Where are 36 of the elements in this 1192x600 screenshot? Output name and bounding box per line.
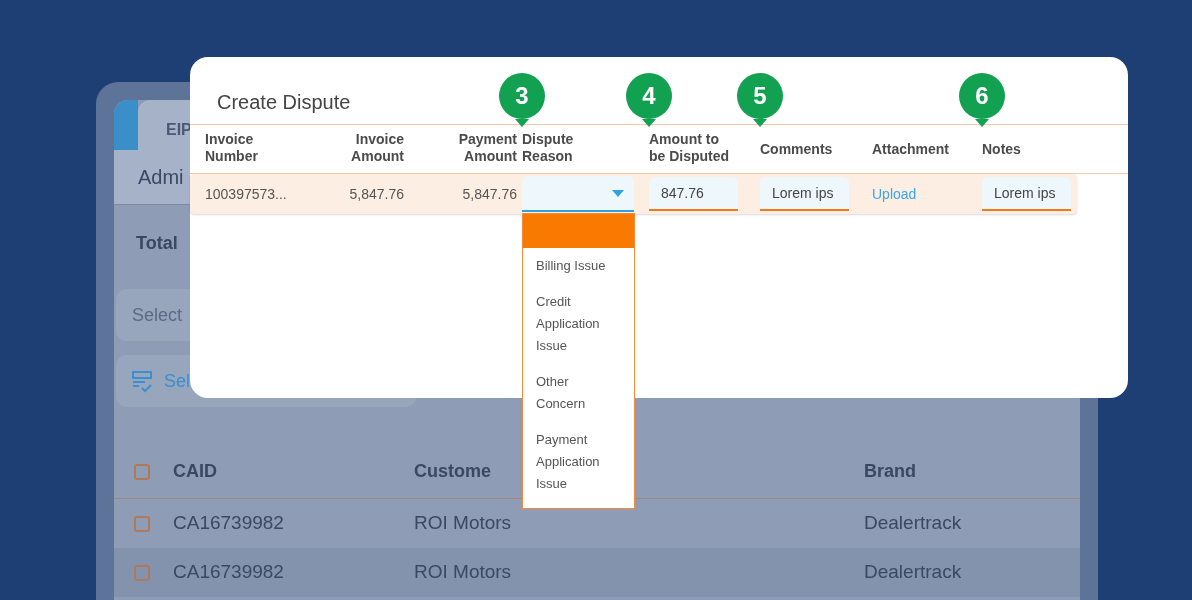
tab-corner [114, 100, 138, 150]
table-cell: 100397573... [205, 186, 287, 202]
dropdown-option[interactable]: Billing Issue [523, 248, 634, 284]
page-heading: Admi [138, 165, 184, 190]
table-cell: CA16739982 [173, 512, 284, 534]
table-cell: 5,847.76 [349, 186, 404, 202]
input-field[interactable]: 847.76 [649, 177, 738, 211]
column-header: CAID [173, 461, 217, 481]
column-header: Amount to be Disputed [649, 130, 731, 165]
dispute-reason-select[interactable] [522, 176, 634, 212]
dropdown-option[interactable]: Payment Application Issue [523, 422, 634, 502]
column-header: Invoice Amount [350, 130, 404, 165]
total-label: Total [136, 231, 178, 255]
column-header: Notes [982, 141, 1021, 158]
checkbox[interactable] [134, 564, 150, 581]
table-cell: Dealertrack [864, 561, 962, 583]
table-cell: CA16739982 [173, 561, 284, 583]
checklist-icon [130, 369, 154, 393]
column-header: Brand [864, 461, 916, 481]
column-header: Dispute Reason [522, 130, 575, 165]
dropdown-option[interactable]: Other Concern [523, 364, 634, 422]
dropdown-option[interactable]: Credit Application Issue [523, 284, 634, 364]
input-field[interactable]: Lorem ips [760, 177, 849, 211]
column-header: Custome [414, 461, 491, 481]
caret-icon [612, 189, 624, 197]
table-cell: ROI Motors [414, 561, 512, 583]
table-cell: Dealertrack [864, 512, 962, 534]
column-header: Attachment [872, 141, 949, 158]
dialog-title: Create Dispute [217, 91, 351, 113]
checkbox[interactable] [134, 463, 150, 480]
column-header: Payment Amount [457, 130, 517, 165]
table-cell: 5,847.76 [462, 186, 517, 202]
column-header: Comments [760, 141, 833, 158]
input-field[interactable]: Lorem ips [982, 177, 1071, 211]
table-cell: ROI Motors [414, 512, 512, 534]
checkbox[interactable] [134, 515, 150, 532]
